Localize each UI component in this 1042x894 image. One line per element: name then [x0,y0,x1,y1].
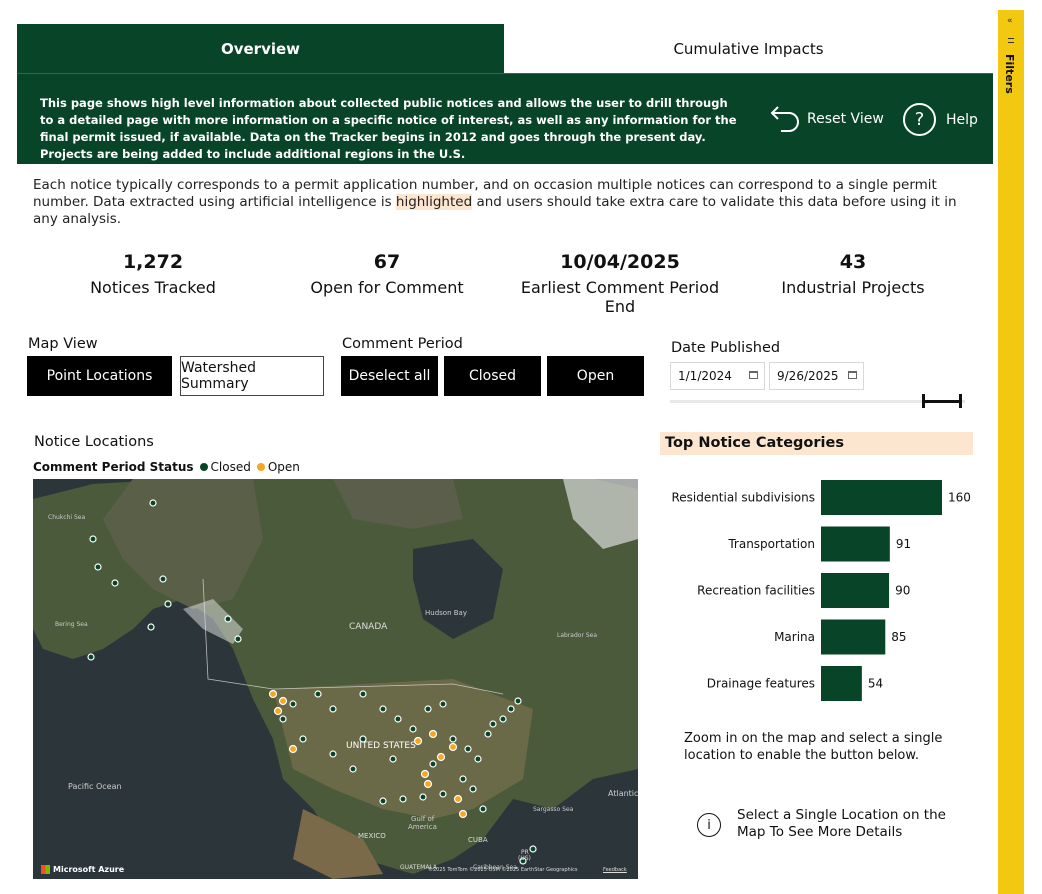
start-date-value: 1/1/2024 [678,369,732,383]
category-value-label: 91 [896,537,911,551]
category-label: Transportation [727,537,815,551]
pacific-ocean-label: Pacific Ocean [68,782,122,791]
drill-through-button[interactable]: i Select a Single Location on the Map To… [697,807,947,841]
chukchi-sea-label: Chukchi Sea [48,514,86,521]
zoom-hint: Zoom in on the map and select a single l… [684,731,943,763]
legend-closed[interactable]: Closed [211,460,251,474]
kpi-label: Open for Comment [310,278,464,297]
point-locations-button[interactable]: Point Locations [27,356,172,396]
filters-pane[interactable]: « Filters [998,10,1024,894]
tab-cumulative-impacts[interactable]: Cumulative Impacts [504,24,993,73]
kpi-label: Earliest Comment Period End [520,278,720,316]
undo-arrow-icon [770,106,799,132]
highlighted-word: highlighted [395,194,473,210]
map-attribution: ©2025 TomTom ©2025 OSM ©2025 EarthStar G… [428,867,578,873]
calendar-icon[interactable] [848,371,857,379]
map-canvas [33,479,638,879]
category-bar[interactable] [821,480,942,515]
microsoft-logo-icon [41,865,50,874]
tab-overview[interactable]: Overview [17,24,504,73]
legend-title: Comment Period Status [33,460,194,474]
kpi-earliest-comment-end: 10/04/2025 Earliest Comment Period End [510,251,730,316]
category-bar[interactable] [821,526,890,562]
open-dot-icon [256,463,265,471]
labrador-sea-label: Labrador Sea [557,632,598,639]
banner-text: This page shows high level information a… [40,96,737,161]
end-date-value: 9/26/2025 [777,369,839,383]
gulf-label-2: America [408,823,437,831]
open-filter-button[interactable]: Open [547,356,644,396]
notice-map[interactable]: Chukchi Sea Bering Sea CANADA Hudson Bay… [33,479,638,879]
watershed-summary-button[interactable]: Watershed Summary [180,356,324,396]
categories-bar-chart: Residential subdivisions 160 Transportatio… [671,480,971,701]
kpi-value: 43 [839,251,867,273]
category-value-label: 160 [948,491,971,505]
canada-label: CANADA [349,622,388,632]
kpi-value: 1,272 [122,251,184,273]
notice-locations-title: Notice Locations [34,434,154,450]
filter-icon [1008,38,1014,43]
filters-label[interactable]: Filters [1003,54,1016,94]
brand-label: Microsoft Azure [53,865,125,874]
question-icon: ? [903,103,936,136]
calendar-icon[interactable] [749,371,758,379]
date-slider-track[interactable] [670,400,965,403]
start-date-input[interactable]: 1/1/2024 [670,362,765,390]
category-label: Residential subdivisions [671,491,815,505]
cuba-label: CUBA [468,836,488,844]
closed-dot-icon [199,463,208,471]
date-published-label: Date Published [671,340,781,356]
help-label: Help [946,111,978,128]
category-bar[interactable] [821,666,862,701]
kpi-label: Notices Tracked [90,278,216,297]
hudson-bay-label: Hudson Bay [425,609,467,617]
category-label: Drainage features [707,677,815,691]
mexico-label: MEXICO [358,832,386,840]
reset-view-label: Reset View [807,111,884,127]
sargasso-sea-label: Sargasso Sea [533,806,574,813]
description: Each notice typically corresponds to a p… [33,177,963,228]
category-value-label: 54 [868,677,883,691]
category-value-label: 85 [891,630,906,644]
category-bar[interactable] [821,573,890,608]
category-label: Marina [774,630,815,644]
closed-filter-button[interactable]: Closed [444,356,541,396]
map-legend: Comment Period Status Closed Open [33,460,300,474]
kpi-open-for-comment: 67 Open for Comment [307,251,467,297]
deselect-all-button[interactable]: Deselect all [341,356,438,396]
category-label: Recreation facilities [697,584,815,598]
bering-sea-label: Bering Sea [55,621,88,628]
end-date-input[interactable]: 9/26/2025 [769,362,864,390]
kpi-label: Industrial Projects [781,278,925,297]
kpi-value: 67 [373,251,401,273]
help-button[interactable]: ? Help [903,103,978,136]
info-banner: This page shows high level information a… [17,73,993,164]
category-bar[interactable] [821,619,886,655]
legend-open[interactable]: Open [268,460,300,474]
date-slider-start-handle[interactable] [922,394,925,408]
date-slider-range [924,400,962,403]
us-label: UNITED STATES [346,741,416,751]
kpi-notices-tracked: 1,272 Notices Tracked [73,251,233,297]
info-icon: i [697,813,721,837]
date-slider-end-handle[interactable] [959,394,962,408]
select-hint: Select a Single Location on the Map To S… [737,807,946,840]
kpi-industrial-projects: 43 Industrial Projects [773,251,933,297]
kpi-value: 10/04/2025 [560,251,680,273]
microsoft-azure-logo: Microsoft Azure [41,865,124,874]
gulf-label-1: Gulf of [411,815,435,823]
reset-view-button[interactable]: Reset View [769,103,884,135]
atlantic-label: Atlantic [608,789,638,798]
top-categories-title: Top Notice Categories [660,432,973,455]
map-view-label: Map View [28,336,98,352]
map-feedback-link[interactable]: Feedback [603,867,627,873]
comment-period-label: Comment Period [342,336,463,352]
pr-us-label: (US) [518,855,531,862]
category-value-label: 90 [895,584,910,598]
collapse-chevron-icon[interactable]: « [1007,16,1013,26]
